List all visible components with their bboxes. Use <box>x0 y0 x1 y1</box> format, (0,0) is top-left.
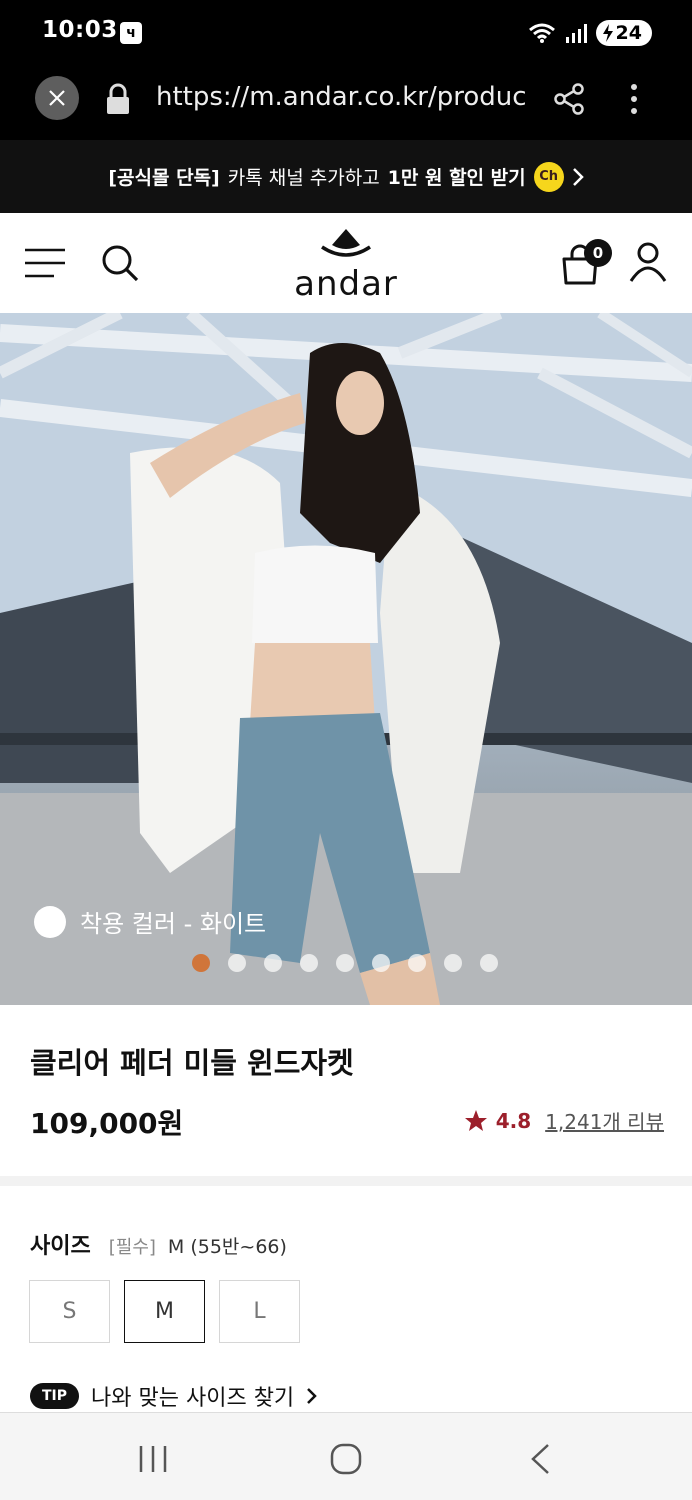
worn-color-text: 착용 컬러 - 화이트 <box>80 910 267 938</box>
carousel-dot[interactable] <box>336 954 354 972</box>
color-swatch-white[interactable] <box>34 905 66 938</box>
product-title: 클리어 페더 미들 윈드자켓 <box>30 1046 354 1080</box>
back-icon[interactable] <box>528 1443 552 1475</box>
url-field[interactable]: https://m.andar.co.kr/product/ <box>156 82 526 116</box>
close-tab-button[interactable] <box>35 76 79 120</box>
search-icon[interactable] <box>100 243 140 283</box>
logo-text: andar <box>294 264 398 304</box>
carousel-dot[interactable] <box>228 954 246 972</box>
size-selected-text: M (55반~66) <box>167 1236 287 1258</box>
product-hero-image[interactable] <box>0 313 692 1005</box>
andar-logo-mark <box>321 229 371 257</box>
more-options-icon[interactable] <box>622 82 646 116</box>
tip-text: 나와 맞는 사이즈 찾기 <box>91 1386 295 1411</box>
battery-level: 24 <box>615 22 642 44</box>
signal-icon <box>565 24 587 43</box>
status-indicators: 24 <box>528 18 652 48</box>
carousel-dot[interactable] <box>372 954 390 972</box>
notification-app-icon: ч <box>120 22 142 44</box>
carousel-dot[interactable] <box>300 954 318 972</box>
size-label: 사이즈 <box>30 1234 91 1259</box>
promo-highlight: 1만 원 할인 받기 <box>387 167 526 189</box>
status-time: 10:03 <box>42 17 118 43</box>
status-bar: 10:03 ч 24 <box>0 0 692 66</box>
kakao-channel-icon: Ch <box>533 161 564 192</box>
section-divider <box>0 1176 692 1186</box>
home-icon[interactable] <box>330 1443 362 1475</box>
size-tip-link[interactable]: TIP 나와 맞는 사이즈 찾기 <box>30 1380 318 1412</box>
battery-indicator: 24 <box>595 20 652 46</box>
star-icon <box>464 1109 487 1131</box>
close-icon <box>49 90 65 106</box>
tip-badge: TIP <box>30 1383 80 1409</box>
rating-value: 4.8 <box>495 1108 532 1133</box>
size-option-m[interactable]: M <box>124 1280 205 1343</box>
worn-color-label: 착용 컬러 - 화이트 <box>34 904 266 939</box>
review-count-link[interactable]: 1,241개 리뷰 <box>545 1106 664 1135</box>
promo-bold: [공식몰 단독] <box>108 167 220 189</box>
cart-count-badge: 0 <box>584 239 612 267</box>
carousel-dot[interactable] <box>480 954 498 972</box>
carousel-dot[interactable] <box>408 954 426 972</box>
size-options: S M L <box>29 1280 300 1343</box>
user-icon[interactable] <box>628 241 668 283</box>
charging-icon <box>602 24 613 42</box>
promo-banner[interactable]: [공식몰 단독] 카톡 채널 추가하고 1만 원 할인 받기 Ch <box>0 140 692 213</box>
promo-text: 카톡 채널 추가하고 <box>227 167 380 189</box>
share-icon[interactable] <box>552 82 586 116</box>
carousel-dot[interactable] <box>444 954 462 972</box>
chevron-right-icon <box>307 1388 317 1404</box>
carousel-dot[interactable] <box>264 954 282 972</box>
size-header: 사이즈 [필수] M (55반~66) <box>30 1228 287 1260</box>
android-nav-bar <box>0 1412 692 1500</box>
wifi-icon <box>528 23 555 43</box>
size-option-l[interactable]: L <box>219 1280 300 1343</box>
carousel-dot[interactable] <box>192 954 210 972</box>
product-price: 109,000원 <box>30 1107 184 1140</box>
andar-logo[interactable]: andar <box>290 227 402 301</box>
size-option-s[interactable]: S <box>29 1280 110 1343</box>
size-required: [필수] <box>108 1237 156 1258</box>
carousel-pagination <box>192 954 498 972</box>
hamburger-menu-icon[interactable] <box>24 248 66 278</box>
recent-apps-icon[interactable] <box>138 1445 168 1473</box>
site-header: andar 0 <box>0 213 692 313</box>
chevron-right-icon <box>572 167 584 186</box>
browser-url-bar: https://m.andar.co.kr/product/ <box>0 66 692 140</box>
lock-icon[interactable] <box>104 82 132 116</box>
product-photo <box>0 313 692 1005</box>
product-rating: 4.8 1,241개 리뷰 <box>464 1106 664 1135</box>
